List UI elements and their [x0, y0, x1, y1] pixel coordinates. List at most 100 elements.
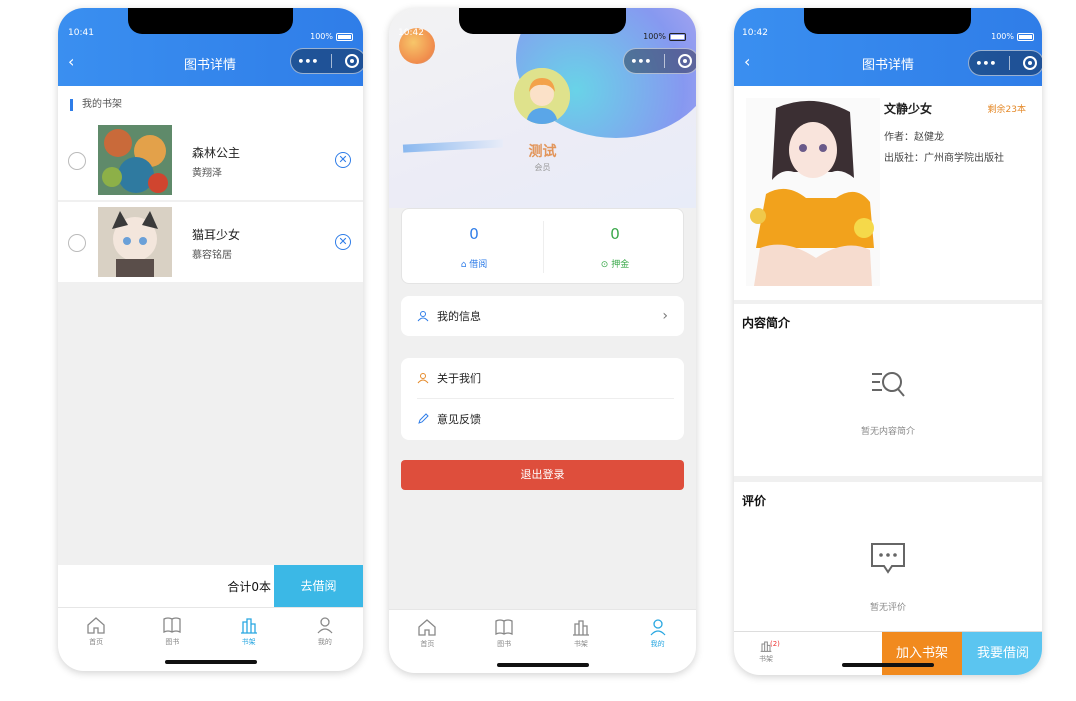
- book-cover: [746, 98, 880, 286]
- user-icon: [650, 619, 666, 636]
- deposit-label-text: 押金: [611, 260, 630, 270]
- home-indicator: [497, 663, 589, 667]
- miniprogram-capsule[interactable]: •••: [623, 48, 696, 74]
- user-name: 测试: [528, 144, 557, 160]
- capsule-divider: [664, 54, 666, 68]
- section-title: 内容简介: [742, 316, 791, 330]
- book-author: 黄翔泽: [192, 168, 222, 179]
- book-title: 猫耳少女: [192, 228, 241, 242]
- tab-label: 图书: [497, 640, 512, 648]
- user-role: 会员: [534, 163, 551, 172]
- empty-review-text: 暂无评价: [869, 603, 906, 613]
- phone-profile: 10:42 100% ••• 测试 会员 0 ⌂ 借阅 0 ⊙ 押金 我的信息 …: [389, 8, 696, 673]
- book-cover: [98, 125, 172, 195]
- menu-feedback[interactable]: 意见反馈: [417, 399, 668, 439]
- status-time: 10:41: [68, 28, 94, 38]
- intro-section: 内容简介 暂无内容简介: [734, 304, 1042, 476]
- tab-home[interactable]: 首页: [58, 608, 134, 671]
- user-icon: [417, 311, 429, 322]
- book-cover: [98, 207, 172, 277]
- shelf-count-badge: (2): [770, 640, 780, 648]
- back-button[interactable]: ‹: [744, 52, 750, 71]
- borrow-button[interactable]: 我要借阅: [962, 632, 1042, 675]
- list-item[interactable]: 猫耳少女 慕容铭居 ✕: [58, 202, 363, 282]
- status-time: 10:42: [398, 28, 424, 38]
- borrow-label: ⌂ 借阅: [404, 257, 544, 270]
- notch: [459, 8, 626, 34]
- deposit-icon: ⊙: [600, 260, 612, 270]
- stats-divider: [543, 221, 544, 273]
- deposit-count: 0: [610, 225, 620, 243]
- menu-about-us[interactable]: 关于我们: [417, 358, 668, 398]
- menu-label: 我的信息: [437, 310, 481, 323]
- list-item[interactable]: 森林公主 黄翔泽 ✕: [58, 120, 363, 200]
- more-icon[interactable]: •••: [297, 55, 318, 68]
- battery-percent: 100%: [991, 32, 1014, 41]
- book-title: 文静少女: [884, 102, 933, 116]
- book-author: 作者：赵健龙: [884, 132, 944, 143]
- people-icon: [417, 373, 429, 384]
- avatar[interactable]: [514, 68, 570, 124]
- logout-button[interactable]: 退出登录: [401, 460, 684, 490]
- status-battery: 100%: [310, 32, 353, 41]
- borrow-stat[interactable]: 0 ⌂ 借阅: [404, 225, 544, 270]
- go-borrow-button[interactable]: 去借阅: [274, 565, 363, 607]
- tab-label: 书架: [573, 640, 588, 648]
- capsule-divider: [1009, 56, 1011, 70]
- borrow-count: 0: [469, 225, 479, 243]
- search-list-icon: [872, 372, 905, 397]
- book-icon: [163, 617, 182, 634]
- stats-card: 0 ⌂ 借阅 0 ⊙ 押金: [401, 208, 684, 284]
- pencil-icon: [418, 413, 429, 424]
- miniprogram-capsule[interactable]: •••: [290, 48, 363, 74]
- total-count: 合计0本: [227, 580, 271, 594]
- remove-icon[interactable]: ✕: [335, 152, 351, 168]
- remove-icon[interactable]: ✕: [335, 234, 351, 250]
- phone-bookshelf: 10:41 100% ‹ 图书详情 ••• 我的书架 森林公主 黄翔泽 ✕ 猫耳…: [58, 8, 363, 671]
- select-radio[interactable]: [68, 152, 86, 170]
- status-time: 10:42: [742, 28, 768, 38]
- my-info-card[interactable]: 我的信息 ›: [401, 296, 684, 336]
- close-target-icon[interactable]: [1022, 56, 1037, 70]
- shelf-label: 书架: [759, 655, 773, 663]
- close-target-icon[interactable]: [344, 54, 359, 68]
- add-to-shelf-button[interactable]: 加入书架: [882, 632, 962, 675]
- tab-label: 首页: [420, 640, 435, 648]
- deposit-label: ⊙ 押金: [545, 257, 685, 270]
- home-icon: [87, 617, 105, 634]
- tab-home[interactable]: 首页: [389, 610, 466, 673]
- page-title: 图书详情: [183, 58, 236, 73]
- tab-mine[interactable]: 我的: [287, 608, 363, 671]
- stock-badge: 剩余23本: [987, 105, 1026, 115]
- back-button[interactable]: ‹: [68, 52, 74, 71]
- action-bar: 书架 (2) 加入书架 我要借阅: [734, 631, 1042, 675]
- home-icon: [418, 619, 437, 636]
- borrow-label-text: 借阅: [469, 260, 488, 270]
- menu-label: 意见反馈: [437, 413, 481, 426]
- tab-mine[interactable]: 我的: [619, 610, 696, 673]
- home-indicator: [842, 663, 934, 667]
- more-icon[interactable]: •••: [630, 55, 651, 68]
- menu-card: 关于我们 意见反馈: [401, 358, 684, 440]
- empty-intro-text: 暂无内容简介: [860, 427, 915, 437]
- borrow-icon: ⌂: [460, 260, 470, 270]
- bookshelf-icon: [572, 620, 589, 636]
- battery-percent: 100%: [310, 32, 333, 41]
- select-radio[interactable]: [68, 234, 86, 252]
- status-battery: 100%: [643, 32, 686, 41]
- miniprogram-capsule[interactable]: •••: [968, 50, 1042, 76]
- notch: [804, 8, 971, 34]
- book-author: 慕容铭居: [192, 250, 232, 261]
- deposit-stat[interactable]: 0 ⊙ 押金: [545, 225, 685, 270]
- book-icon: [495, 619, 513, 636]
- menu-my-info[interactable]: 我的信息 ›: [417, 296, 668, 336]
- phone-book-detail: 10:42 100% ‹ 图书详情 ••• 文静少女 剩余23本 作者：赵健龙 …: [734, 8, 1042, 675]
- notch: [128, 8, 293, 34]
- book-title: 森林公主: [192, 146, 241, 160]
- close-target-icon[interactable]: [677, 54, 692, 68]
- battery-icon: [669, 32, 686, 41]
- more-icon[interactable]: •••: [975, 57, 996, 70]
- book-publisher: 出版社：广州商学院出版社: [884, 153, 1004, 164]
- user-icon: [317, 617, 333, 634]
- section-header: 我的书架: [58, 86, 363, 124]
